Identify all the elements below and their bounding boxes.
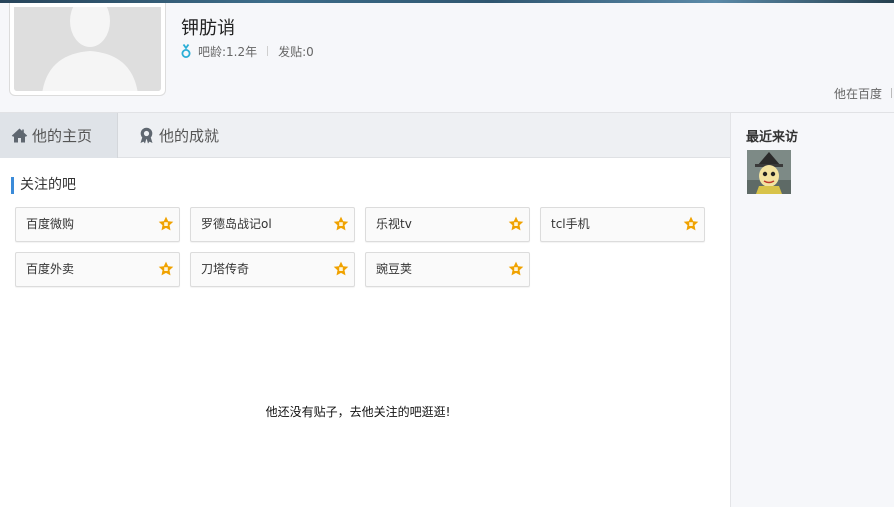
meta-divider	[267, 46, 269, 56]
male-gender-icon	[181, 43, 191, 58]
profile-tabs: 他的主页 他的成就	[0, 113, 730, 158]
forum-name: 百度微购	[26, 217, 75, 231]
forum-name: 刀塔传奇	[201, 262, 250, 276]
forum-level-star-icon	[683, 216, 699, 231]
right-sidebar: 最近来访	[730, 113, 894, 507]
username: 钾肪诮	[181, 18, 235, 39]
forum-item[interactable]: 乐视tv	[365, 207, 530, 242]
forum-item[interactable]: 百度微购	[15, 207, 180, 242]
forum-item[interactable]: 百度外卖	[15, 252, 180, 287]
forum-name: 百度外卖	[26, 262, 75, 276]
recent-visitors-title: 最近来访	[746, 130, 799, 145]
forum-level-star-icon	[508, 261, 524, 276]
forum-level-star-icon	[158, 216, 174, 231]
medal-icon	[140, 127, 153, 144]
default-avatar-icon	[14, 7, 161, 91]
forum-name: 乐视tv	[376, 217, 412, 231]
visitor-avatar[interactable]	[747, 150, 791, 194]
tab-home-label: 他的主页	[32, 127, 93, 145]
tab-home[interactable]: 他的主页	[0, 113, 118, 158]
forum-name: 豌豆荚	[376, 262, 413, 276]
avatar-placeholder	[14, 7, 161, 91]
tab-achievements-label: 他的成就	[159, 127, 220, 145]
forum-level-star-icon	[158, 261, 174, 276]
forum-level-star-icon	[333, 216, 349, 231]
forum-name: 罗德岛战记ol	[201, 217, 272, 231]
forum-item[interactable]: 刀塔传奇	[190, 252, 355, 287]
visitor-avatar-image	[747, 150, 791, 194]
forum-name: tcl手机	[551, 217, 590, 231]
forum-level-star-icon	[508, 216, 524, 231]
forum-item[interactable]: tcl手机	[540, 207, 705, 242]
empty-posts-message: 他还没有贴子，去他关注的吧逛逛!	[265, 405, 451, 419]
post-count: 发贴:0	[278, 44, 314, 59]
forum-item[interactable]: 罗德岛战记ol	[190, 207, 355, 242]
avatar[interactable]	[9, 3, 166, 96]
profile-meta: 吧龄:1.2年 发贴:0	[180, 43, 314, 59]
followed-forums-title: 关注的吧	[11, 177, 76, 194]
forum-age: 吧龄:1.2年	[198, 44, 258, 59]
home-icon	[11, 128, 28, 143]
forum-level-star-icon	[333, 261, 349, 276]
profile-header: 钾肪诮 吧龄:1.2年 发贴:0 他在百度	[0, 3, 894, 113]
elsewhere-link[interactable]: 他在百度	[834, 85, 882, 102]
elsewhere-divider	[891, 88, 892, 98]
tab-achievements[interactable]: 他的成就	[118, 113, 248, 158]
forum-item[interactable]: 豌豆荚	[365, 252, 530, 287]
